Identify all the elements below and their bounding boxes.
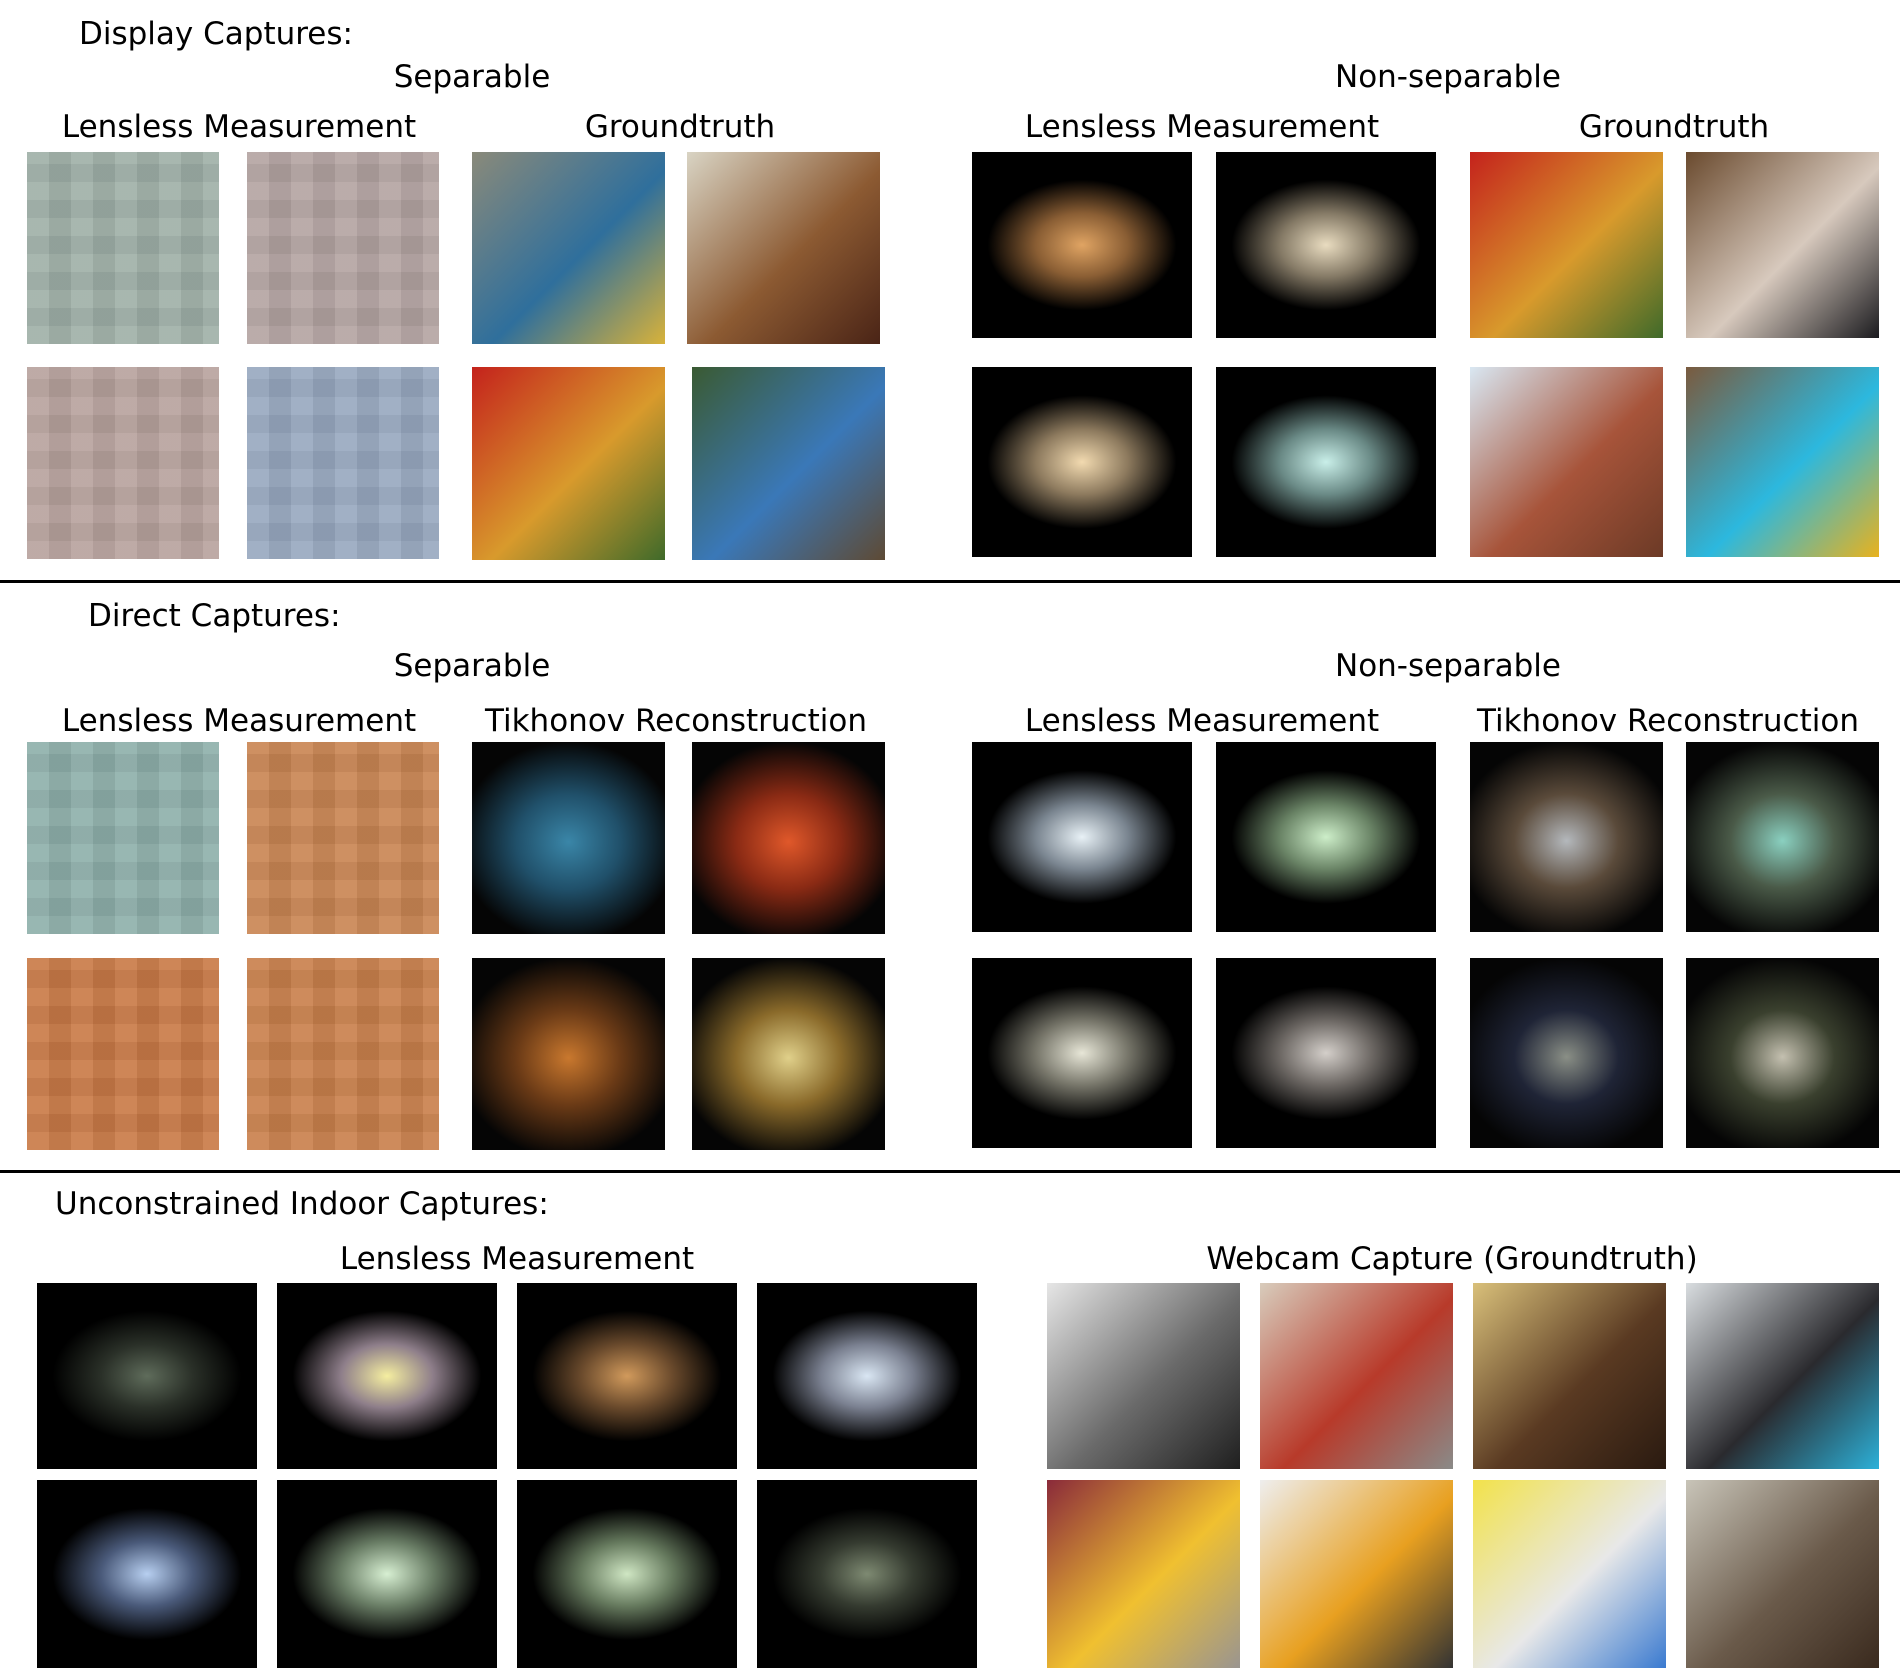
direct-nonsep-measurement-1 — [972, 742, 1192, 932]
direct-separable-title: Separable — [393, 648, 551, 684]
indoor-measurement-5 — [37, 1480, 257, 1668]
indoor-webcam-oscilloscope — [1686, 1480, 1879, 1668]
direct-sep-recon-teddy-dog — [472, 958, 665, 1150]
indoor-webcam-amplifier — [1686, 1283, 1879, 1469]
direct-nonsep-recon-mug-toys — [1470, 958, 1663, 1148]
direct-sep-recon-label: Tikhonov Reconstruction — [485, 703, 867, 739]
display-sep-groundtruth-parrot — [472, 152, 665, 344]
direct-sep-measurement-4 — [247, 958, 439, 1150]
direct-sep-measurement-3 — [27, 958, 219, 1150]
display-nonsep-groundtruth-scooter — [1686, 367, 1879, 557]
display-nonsep-measurement-4 — [1216, 367, 1436, 557]
display-separable-title: Separable — [393, 59, 551, 95]
display-sep-groundtruth-ladybug — [472, 367, 665, 560]
direct-captures-heading: Direct Captures: — [88, 598, 341, 634]
indoor-webcam-yellow-chair — [1047, 1480, 1240, 1668]
display-nonsep-measurement-label: Lensless Measurement — [1024, 109, 1380, 145]
direct-nonsep-recon-label: Tikhonov Reconstruction — [1477, 703, 1859, 739]
direct-nonsep-measurement-2 — [1216, 742, 1436, 932]
direct-nonseparable-title: Non-separable — [1335, 648, 1561, 684]
display-sep-measurement-2 — [247, 152, 439, 344]
direct-sep-recon-topi-toy — [692, 958, 885, 1150]
display-nonsep-groundtruth-man-bookshelf — [1686, 152, 1879, 338]
display-sep-groundtruth-label: Groundtruth — [584, 109, 776, 145]
indoor-measurement-label: Lensless Measurement — [339, 1241, 695, 1277]
display-sep-measurement-label: Lensless Measurement — [61, 109, 417, 145]
direct-sep-recon-lab-snacks-box — [692, 742, 885, 934]
display-nonsep-measurement-3 — [972, 367, 1192, 557]
indoor-webcam-label: Webcam Capture (Groundtruth) — [1206, 1241, 1698, 1277]
display-nonsep-groundtruth-label: Groundtruth — [1578, 109, 1770, 145]
section-divider-1 — [0, 580, 1900, 583]
display-sep-measurement-1 — [27, 152, 219, 344]
direct-nonsep-measurement-3 — [972, 958, 1192, 1148]
direct-nonsep-measurement-label: Lensless Measurement — [1024, 703, 1380, 739]
display-nonsep-groundtruth-ladybug — [1470, 152, 1663, 338]
display-sep-groundtruth-moped — [692, 367, 885, 560]
indoor-measurement-3 — [517, 1283, 737, 1469]
display-nonsep-measurement-2 — [1216, 152, 1436, 338]
display-nonsep-measurement-1 — [972, 152, 1192, 338]
direct-sep-measurement-2 — [247, 742, 439, 934]
indoor-webcam-model-airplane — [1473, 1480, 1666, 1668]
display-sep-measurement-4 — [247, 367, 439, 559]
indoor-webcam-fire-extinguisher — [1260, 1283, 1453, 1469]
indoor-measurement-4 — [757, 1283, 977, 1469]
indoor-webcam-bench-bird — [1473, 1283, 1666, 1469]
indoor-measurement-7 — [517, 1480, 737, 1668]
indoor-measurement-2 — [277, 1283, 497, 1469]
display-nonseparable-title: Non-separable — [1335, 59, 1561, 95]
indoor-webcam-foosball — [1047, 1283, 1240, 1469]
direct-sep-measurement-1 — [27, 742, 219, 934]
direct-sep-recon-lightbulb-box — [472, 742, 665, 934]
indoor-webcam-lounge-chair — [1260, 1480, 1453, 1668]
indoor-captures-heading: Unconstrained Indoor Captures: — [55, 1186, 549, 1222]
direct-nonsep-recon-house-dog-toy — [1686, 958, 1879, 1148]
direct-nonsep-recon-plush-toys — [1686, 742, 1879, 932]
direct-sep-measurement-label: Lensless Measurement — [61, 703, 417, 739]
direct-nonsep-recon-flatcam-tpami-toys — [1470, 742, 1663, 932]
indoor-measurement-1 — [37, 1283, 257, 1469]
section-divider-2 — [0, 1170, 1900, 1173]
display-sep-groundtruth-room — [687, 152, 880, 344]
display-nonsep-groundtruth-castle — [1470, 367, 1663, 557]
indoor-measurement-6 — [277, 1480, 497, 1668]
display-captures-heading: Display Captures: — [79, 16, 353, 52]
direct-nonsep-measurement-4 — [1216, 958, 1436, 1148]
indoor-measurement-8 — [757, 1480, 977, 1668]
display-sep-measurement-3 — [27, 367, 219, 559]
